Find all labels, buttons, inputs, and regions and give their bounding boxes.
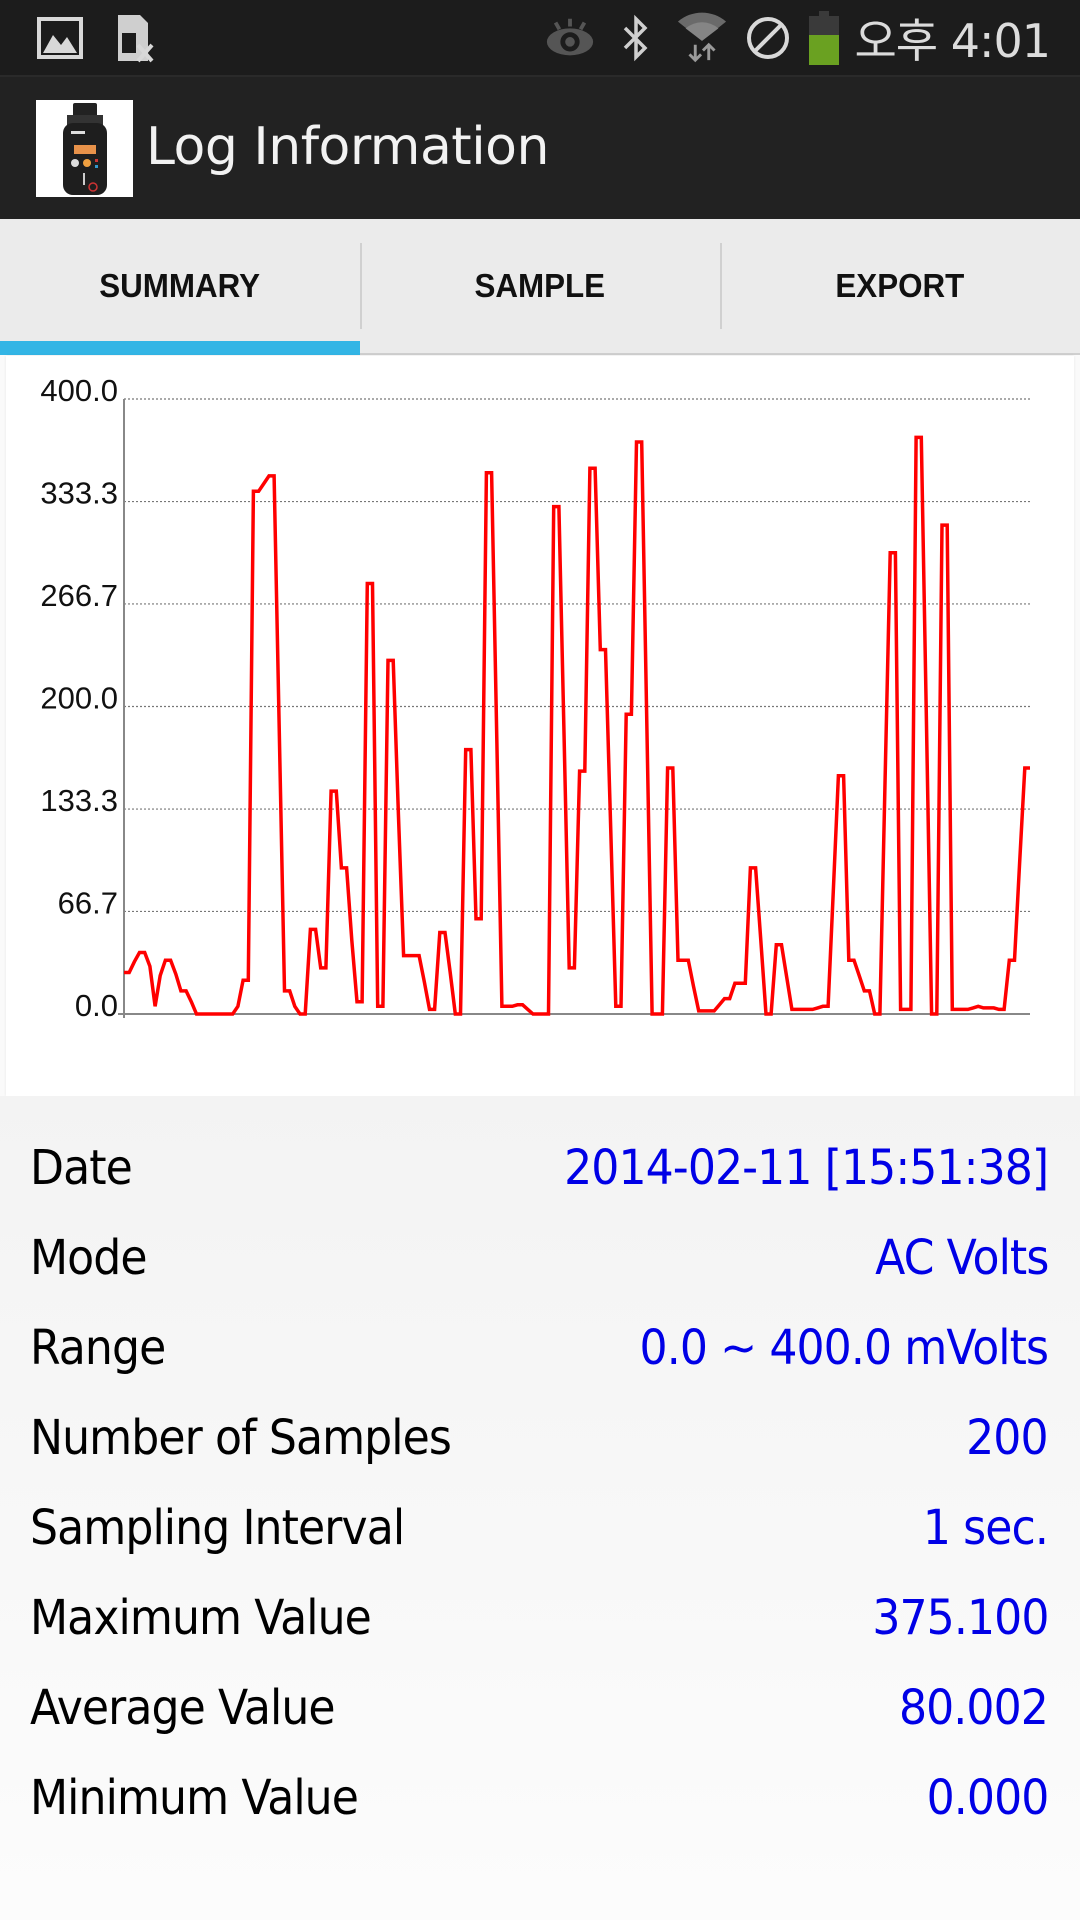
info-row-average: Average Value 80.002 (30, 1663, 1049, 1753)
series-line-ac-volts (124, 435, 1030, 1016)
mode-label: Mode (30, 1230, 148, 1286)
blocked-icon (742, 12, 794, 64)
info-row-minimum: Minimum Value 0.000 (30, 1753, 1049, 1843)
tab-summary[interactable]: SUMMARY (0, 219, 360, 355)
tab-bar: SUMMARY SAMPLE EXPORT (0, 219, 1080, 355)
samples-value: 200 (966, 1410, 1048, 1466)
y-tick-label: 400.0 (40, 373, 118, 408)
average-label: Average Value (30, 1680, 336, 1736)
interval-value: 1 sec. (922, 1500, 1049, 1556)
active-tab-indicator (0, 341, 360, 355)
date-label: Date (30, 1140, 133, 1196)
log-summary-list: Date 2014-02-11 [15:51:38] Mode AC Volts… (0, 1096, 1080, 1920)
interval-label: Sampling Interval (30, 1500, 405, 1556)
wifi-icon (676, 12, 728, 64)
range-value: 0.0 ~ 400.0 mVolts (639, 1320, 1049, 1376)
line-chart: 400.0 333.3 266.7 200.0 133.3 66.7 0.0 (40, 373, 1030, 1023)
tab-sample-label: SAMPLE (474, 267, 606, 304)
tab-export-label: EXPORT (835, 267, 965, 304)
image-icon (34, 12, 86, 64)
y-tick-label: 333.3 (40, 476, 118, 511)
tab-summary-label: SUMMARY (99, 267, 261, 304)
minimum-value: 0.000 (926, 1770, 1049, 1826)
info-row-samples: Number of Samples 200 (30, 1393, 1049, 1483)
info-row-range: Range 0.0 ~ 400.0 mVolts (30, 1303, 1049, 1393)
maximum-value: 375.100 (871, 1590, 1049, 1646)
info-row-date: Date 2014-02-11 [15:51:38] (30, 1123, 1049, 1213)
y-tick-label: 66.7 (58, 885, 118, 920)
bluetooth-icon (610, 12, 662, 64)
info-row-mode: Mode AC Volts (30, 1213, 1049, 1303)
page-title: Log Information (146, 117, 549, 177)
range-label: Range (30, 1320, 166, 1376)
average-value: 80.002 (899, 1680, 1049, 1736)
y-tick-label: 133.3 (40, 783, 118, 818)
mode-value: AC Volts (874, 1230, 1049, 1286)
y-tick-label: 0.0 (75, 988, 118, 1023)
y-tick-label: 266.7 (40, 578, 118, 613)
status-bar: 오후 4:01 (0, 0, 1080, 75)
eye-icon (544, 12, 596, 64)
chart-card: 400.0 333.3 266.7 200.0 133.3 66.7 0.0 (6, 356, 1074, 1096)
minimum-label: Minimum Value (30, 1770, 359, 1826)
info-row-maximum: Maximum Value 375.100 (30, 1573, 1049, 1663)
maximum-label: Maximum Value (30, 1590, 372, 1646)
battery-icon (808, 11, 840, 65)
y-axis-tick-labels: 400.0 333.3 266.7 200.0 133.3 66.7 0.0 (40, 373, 118, 1023)
date-value: 2014-02-11 [15:51:38] (563, 1140, 1049, 1196)
action-bar: Log Information (0, 75, 1080, 219)
status-time: 오후 4:01 (854, 14, 1051, 68)
info-row-interval: Sampling Interval 1 sec. (30, 1483, 1049, 1573)
samples-label: Number of Samples (30, 1410, 452, 1466)
sim-card-disabled-icon (110, 12, 162, 64)
y-tick-label: 200.0 (40, 681, 118, 716)
tab-sample[interactable]: SAMPLE (360, 219, 720, 353)
tab-export[interactable]: EXPORT (720, 219, 1080, 353)
multimeter-device-icon[interactable] (36, 100, 133, 197)
